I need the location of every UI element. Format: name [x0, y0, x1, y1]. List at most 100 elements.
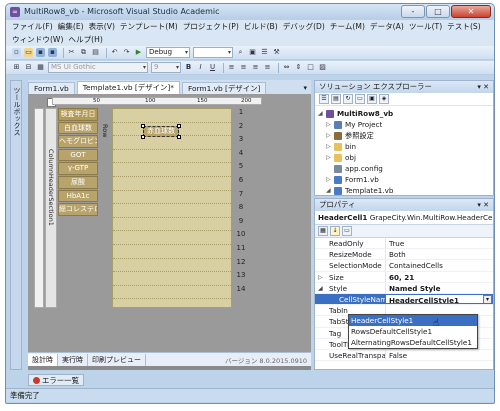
tree-item-project[interactable]: ◢ MultiRow8_vb [315, 108, 493, 119]
save-all-icon[interactable]: ▪ [48, 48, 57, 57]
resize-handle[interactable] [141, 135, 145, 139]
tree-item-app-config[interactable]: app.config [315, 163, 493, 174]
refresh-icon[interactable]: ↻ [343, 94, 353, 104]
grid-icon[interactable]: ▦ [36, 63, 45, 72]
menu-view[interactable]: 表示(V) [89, 21, 115, 32]
property-row[interactable]: ◢ Style Named Style [315, 282, 493, 294]
maximize-button[interactable]: □ [426, 5, 450, 18]
menu-team[interactable]: チーム(M) [330, 21, 365, 32]
tab-form1-code[interactable]: Form1.vb [28, 82, 75, 94]
menu-tools[interactable]: ツール(T) [409, 21, 442, 32]
toolbox-icon[interactable]: ⚒ [272, 48, 281, 57]
tab-form1-design[interactable]: Form1.vb [デザイン] [181, 82, 267, 94]
alphabetical-icon[interactable]: ↓ [330, 226, 340, 236]
property-value[interactable]: False [385, 349, 493, 361]
bold-icon[interactable]: B [184, 63, 193, 72]
undo-icon[interactable]: ↶ [110, 48, 119, 57]
menu-project[interactable]: プロジェクト(P) [183, 21, 239, 32]
color-icon[interactable]: ▨ [318, 63, 327, 72]
align-right-icon[interactable]: ≡ [251, 63, 260, 72]
cut-icon[interactable]: ✂ [67, 48, 76, 57]
categorized-icon[interactable]: ▦ [318, 226, 328, 236]
dropdown-option[interactable]: AlternatingRowsDefaultCellStyle1 [349, 337, 477, 348]
tab-template1-design[interactable]: Template1.vb [デザイン]* [76, 81, 180, 94]
property-row[interactable]: ReadOnly True [315, 238, 493, 250]
header-cell[interactable]: GOT [58, 148, 98, 162]
properties-icon[interactable]: ☰ [319, 94, 329, 104]
error-list-tab[interactable]: エラー一覧 [28, 374, 84, 386]
align-left-icon[interactable]: ≡ [227, 63, 236, 72]
pin-icon[interactable]: ▾ ✕ [477, 199, 489, 211]
tree-item-references[interactable]: ▷ 参照設定 [315, 130, 493, 141]
header-cell[interactable]: 白血球数 [58, 121, 98, 135]
collapse-icon[interactable]: ◢ [318, 283, 323, 293]
layout-icon[interactable]: ⊟ [24, 63, 33, 72]
font-size-select[interactable]: 9 ▾ [151, 62, 181, 73]
property-value[interactable]: ContainedCells [385, 260, 493, 271]
tree-item-bin[interactable]: ▷ bin [315, 141, 493, 152]
header-cell[interactable]: γ-GTP [58, 162, 98, 175]
menu-test[interactable]: テスト(S) [447, 21, 481, 32]
menu-window[interactable]: ウィンドウ(W) [12, 34, 63, 45]
header-cell[interactable]: ヘモグロビン [58, 135, 98, 148]
new-project-icon[interactable]: ▫ [12, 48, 21, 57]
tree-item-my-project[interactable]: ▷ My Project [315, 119, 493, 130]
expand-icon[interactable]: ▷ [318, 272, 323, 282]
property-pages-icon[interactable]: ▭ [342, 226, 352, 236]
view-code-icon[interactable]: ▭ [355, 94, 365, 104]
expand-icon[interactable]: ▷ [326, 176, 334, 183]
object-selector[interactable]: HeaderCell1 GrapeCity.Win.MultiRow.Heade… [315, 211, 493, 225]
property-value[interactable]: 60, 21 [385, 271, 493, 282]
menu-edit[interactable]: 編集(E) [58, 21, 84, 32]
expand-icon[interactable]: ▷ [326, 132, 334, 139]
resize-handle[interactable] [177, 124, 181, 128]
expand-icon[interactable]: ▷ [326, 121, 334, 128]
class-view-icon[interactable]: ◈ [379, 94, 389, 104]
tree-item-obj[interactable]: ▷ obj [315, 152, 493, 163]
save-icon[interactable]: ▪ [36, 48, 45, 57]
collapse-icon[interactable]: ◢ [326, 187, 334, 194]
minimize-button[interactable]: - [401, 5, 425, 18]
property-row[interactable]: UseRealTransparent False [315, 349, 493, 362]
chevron-down-icon[interactable]: ▾ [303, 82, 307, 94]
menu-data[interactable]: データ(A) [370, 21, 404, 32]
property-row[interactable]: SelectionMode ContainedCells [315, 260, 493, 272]
redo-icon[interactable]: ↷ [122, 48, 131, 57]
menu-help[interactable]: ヘルプ(H) [68, 34, 102, 45]
property-row-selected[interactable]: CellStyleName HeaderCellStyle1 ▾ [315, 293, 493, 306]
property-row[interactable]: ▷ Size 60, 21 [315, 271, 493, 283]
menu-debug[interactable]: デバッグ(D) [283, 21, 325, 32]
align-center-icon[interactable]: ≡ [239, 63, 248, 72]
dropdown-option[interactable]: RowsDefaultCellStyle1 [349, 326, 477, 337]
toolbox-tab[interactable]: ツールボックス [10, 80, 22, 370]
property-value[interactable]: Named Style [385, 282, 493, 293]
tab-design-time[interactable]: 設計時 [28, 353, 58, 366]
copy-icon[interactable]: ⧉ [79, 48, 88, 57]
align-justify-icon[interactable]: ≡ [263, 63, 272, 72]
template-designer[interactable]: 50 100 150 200 ColumnHeaderSection1 検査年月… [28, 94, 311, 352]
solution-config-select[interactable]: Debug ▾ [146, 47, 190, 58]
menu-build[interactable]: ビルド(B) [244, 21, 278, 32]
chevron-down-icon[interactable]: ▾ [483, 294, 492, 304]
open-file-icon[interactable]: ▭ [24, 48, 33, 57]
tab-run-time[interactable]: 実行時 [58, 353, 88, 366]
menu-template[interactable]: テンプレート(M) [120, 21, 178, 32]
collapse-icon[interactable]: ◢ [318, 110, 326, 117]
property-value[interactable]: True [385, 238, 493, 249]
close-button[interactable]: ✕ [451, 5, 491, 18]
property-row[interactable]: ResizeMode Both [315, 249, 493, 261]
align-icon[interactable]: ⊞ [12, 63, 21, 72]
underline-icon[interactable]: U [208, 63, 217, 72]
solution-explorer-icon[interactable]: ▣ [248, 48, 257, 57]
resize-handle[interactable] [141, 124, 145, 128]
expand-icon[interactable]: ▷ [326, 154, 334, 161]
expand-icon[interactable]: ▷ [326, 143, 334, 150]
resize-handle[interactable] [177, 135, 181, 139]
tree-item-form1[interactable]: ▷ Form1.vb [315, 174, 493, 185]
find-icon[interactable]: ⌕ [236, 48, 245, 57]
font-name-select[interactable]: MS UI Gothic ▾ [48, 62, 148, 73]
platform-select[interactable]: ▾ [193, 47, 233, 58]
show-all-files-icon[interactable]: ▤ [331, 94, 341, 104]
border-icon[interactable]: □ [306, 63, 315, 72]
properties-icon[interactable]: ☰ [260, 48, 269, 57]
